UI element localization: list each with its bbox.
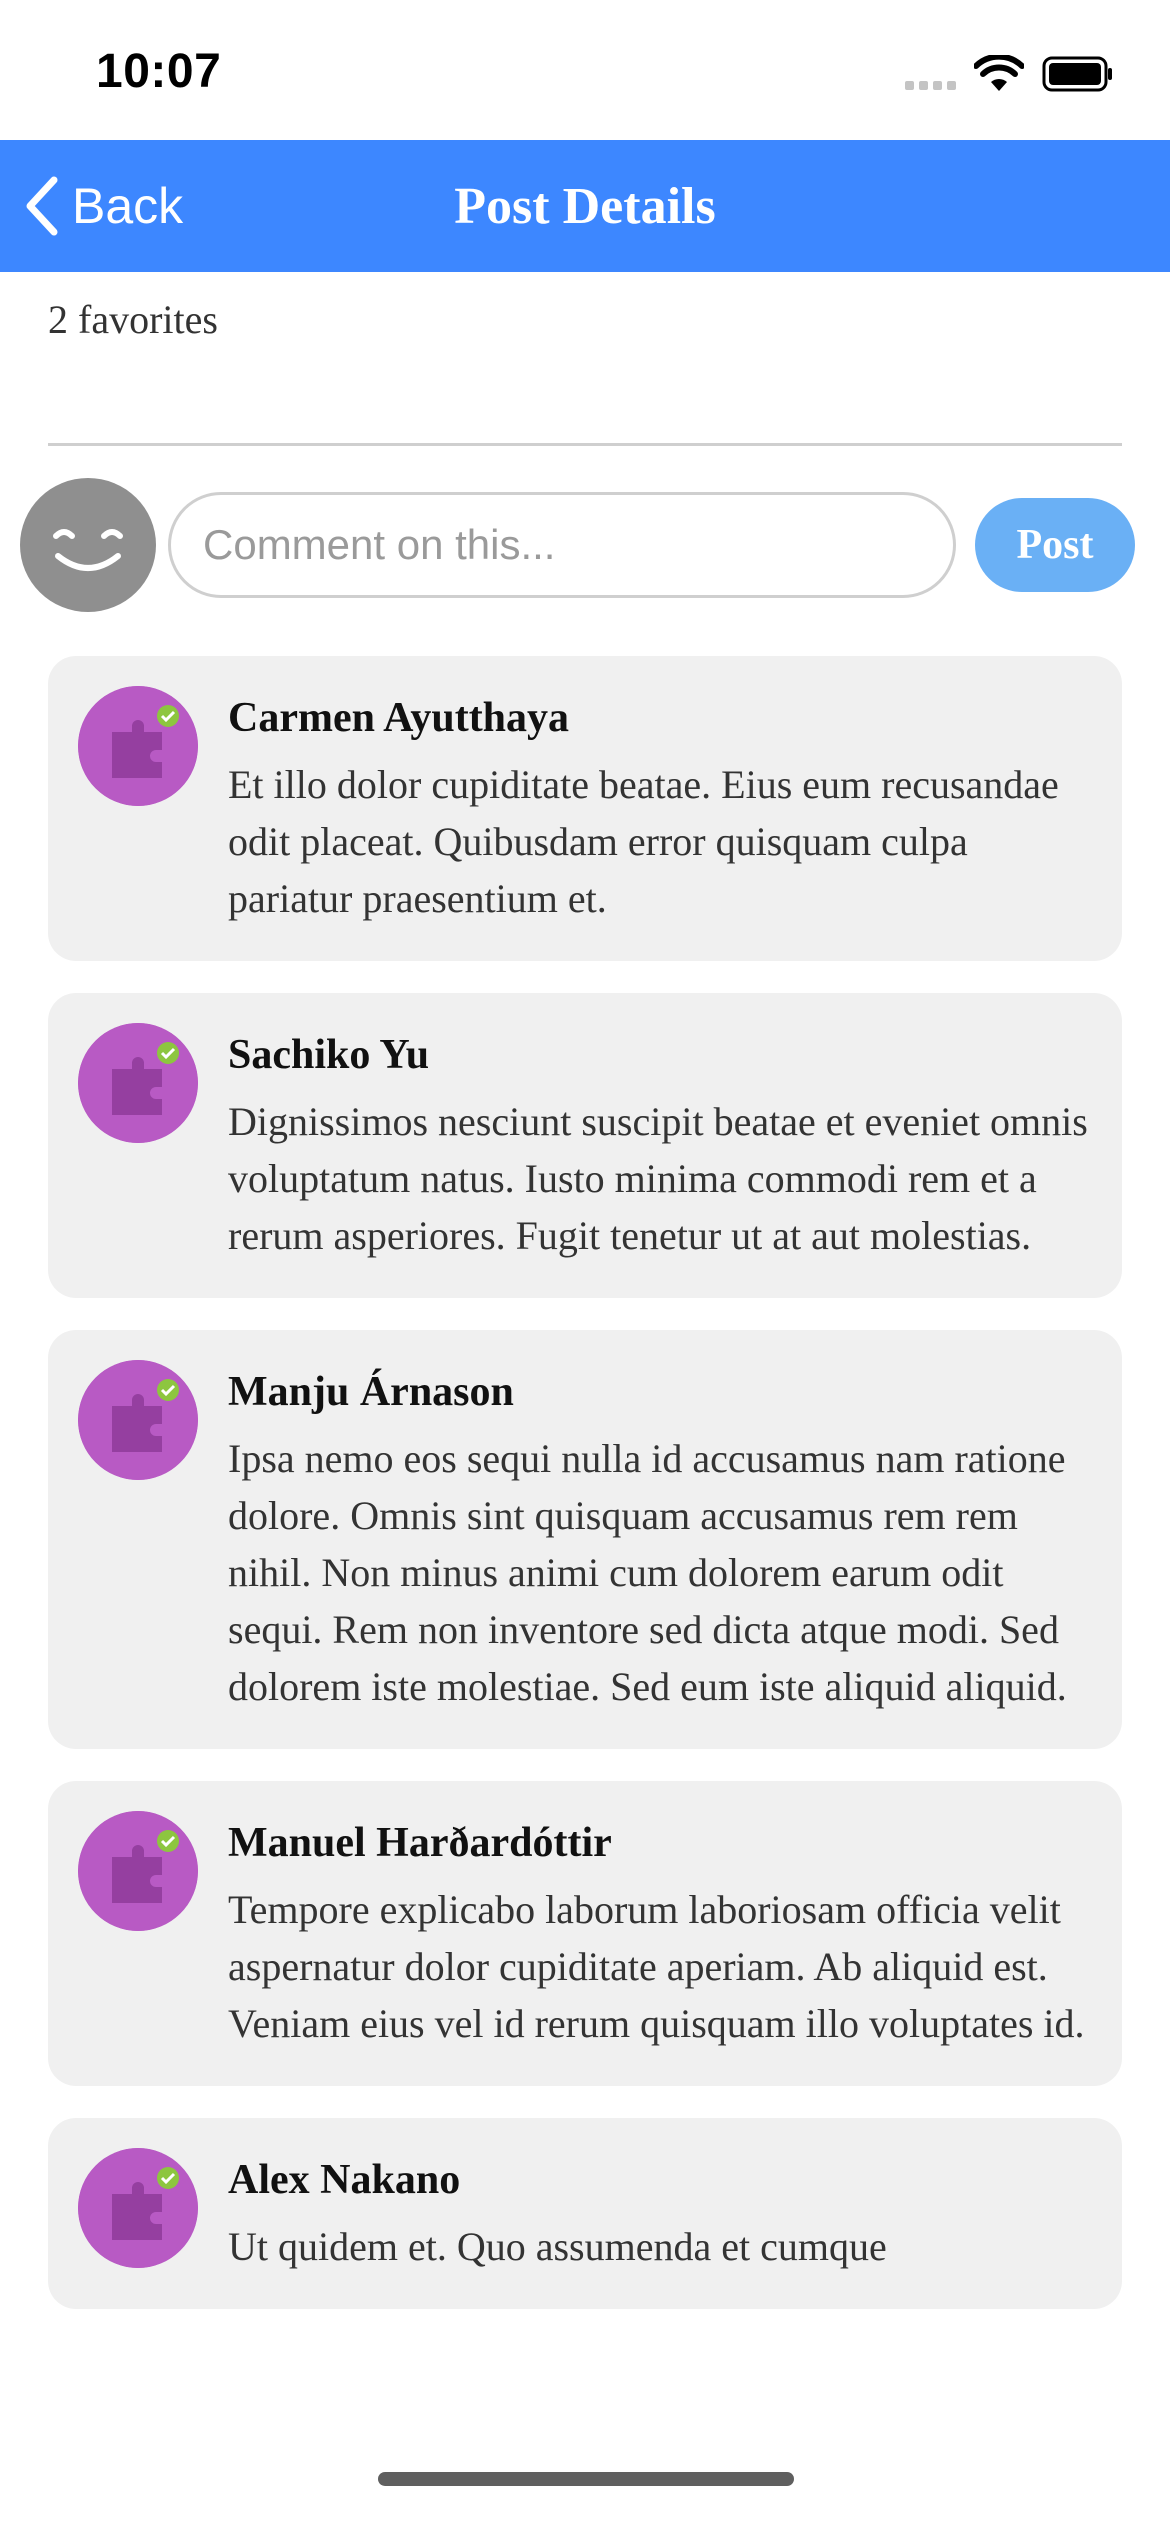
status-icons <box>905 52 1114 96</box>
back-label: Back <box>72 178 184 234</box>
post-details-content[interactable]: 2 favorites Post Carmen Ayutthaya <box>0 272 1170 2428</box>
user-avatar-icon[interactable] <box>78 1023 198 1143</box>
comment-card: Carmen Ayutthaya Et illo dolor cupiditat… <box>48 656 1122 961</box>
comment-list: Carmen Ayutthaya Et illo dolor cupiditat… <box>48 656 1122 2341</box>
favorites-count: 2 favorites <box>48 297 218 342</box>
user-avatar-icon[interactable] <box>78 2148 198 2268</box>
comment-text: Et illo dolor cupiditate beatae. Eius eu… <box>228 762 1059 921</box>
post-comment-button[interactable]: Post <box>975 498 1135 592</box>
navigation-bar: Back Post Details <box>0 140 1170 272</box>
home-indicator[interactable] <box>378 2472 794 2486</box>
comment-composer: Post <box>0 478 1170 616</box>
comment-author: Sachiko Yu <box>228 1032 430 1078</box>
comment-author: Manuel Harðardóttir <box>228 1820 612 1866</box>
cellular-signal-icon <box>905 58 956 90</box>
user-avatar-icon[interactable] <box>78 1811 198 1931</box>
battery-icon <box>1042 56 1114 92</box>
user-avatar-icon[interactable] <box>78 1360 198 1480</box>
comment-text: Ipsa nemo eos sequi nulla id accusamus n… <box>228 1436 1067 1709</box>
wifi-icon <box>974 55 1024 93</box>
comment-author: Carmen Ayutthaya <box>228 695 570 741</box>
back-button[interactable]: Back <box>22 140 183 272</box>
home-indicator-area <box>0 2428 1170 2532</box>
divider <box>48 443 1122 446</box>
comment-author: Manju Árnason <box>228 1369 514 1415</box>
comment-text: Ut quidem et. Quo assumenda et cumque <box>228 2224 887 2269</box>
comment-card: Manju Árnason Ipsa nemo eos sequi nulla … <box>48 1330 1122 1749</box>
comment-card: Sachiko Yu Dignissimos nesciunt suscipit… <box>48 993 1122 1298</box>
chevron-left-icon <box>26 176 58 236</box>
comment-input[interactable] <box>168 492 956 598</box>
status-time: 10:07 <box>96 45 222 98</box>
status-bar: 10:07 <box>0 0 1170 140</box>
comment-author: Alex Nakano <box>228 2157 461 2203</box>
comment-card: Manuel Harðardóttir Tempore explicabo la… <box>48 1781 1122 2086</box>
user-avatar-icon[interactable] <box>78 686 198 806</box>
comment-text: Tempore explicabo laborum laboriosam off… <box>228 1887 1085 2046</box>
comment-card: Alex Nakano Ut quidem et. Quo assumenda … <box>48 2118 1122 2309</box>
smiley-avatar-icon <box>20 478 156 612</box>
comment-text: Dignissimos nesciunt suscipit beatae et … <box>228 1099 1088 1258</box>
